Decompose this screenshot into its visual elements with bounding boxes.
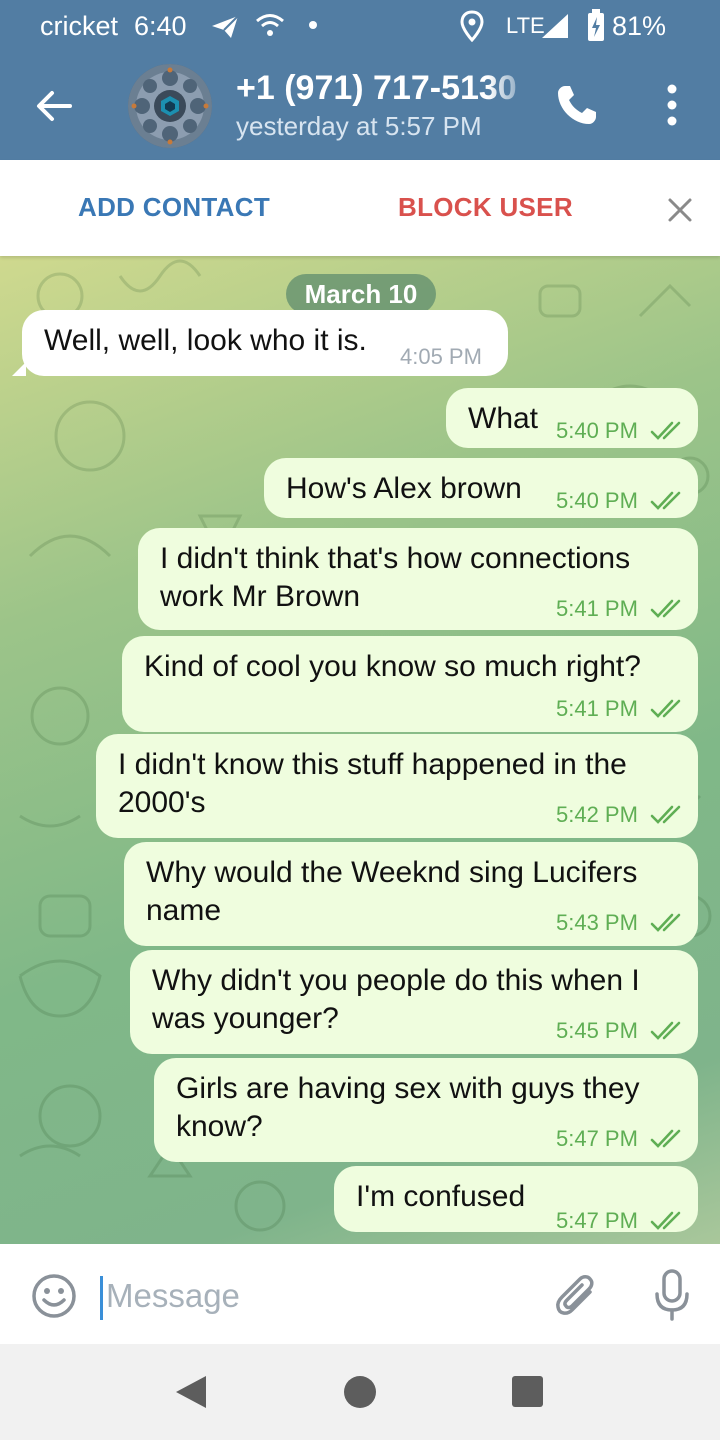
location-icon (460, 10, 484, 42)
nav-home-icon[interactable] (344, 1376, 376, 1408)
message-time: 5:45 PM (556, 1018, 638, 1043)
message-input[interactable] (106, 1272, 526, 1320)
system-nav-bar (0, 1344, 720, 1440)
message-time: 5:40 PM (556, 488, 638, 513)
message-text: Kind of cool you know so much right? (144, 648, 641, 686)
chat-area[interactable]: March 10 Well, well, look who it is. 4:05… (0, 256, 720, 1244)
outgoing-message[interactable]: Kind of cool you know so much right? 5:41… (122, 636, 698, 732)
wifi-icon (256, 14, 284, 36)
outgoing-message[interactable]: Why didn't you people do this when Iwas … (130, 950, 698, 1054)
bubble-tail (12, 362, 26, 376)
read-receipt-icon (650, 491, 681, 510)
block-user-button[interactable]: BLOCK USER (398, 192, 573, 223)
back-arrow-icon[interactable] (32, 84, 76, 128)
battery-icon (588, 9, 604, 41)
message-time: 5:42 PM (556, 802, 638, 827)
outgoing-message[interactable]: I didn't know this stuff happened in the… (96, 734, 698, 838)
message-text: What (468, 400, 538, 438)
more-vertical-icon[interactable] (656, 80, 688, 130)
outgoing-message[interactable]: I'm confused 5:47 PM (334, 1166, 698, 1233)
signal-icon (542, 14, 568, 38)
message-time: 5:41 PM (556, 596, 638, 621)
contact-name-fade (488, 68, 536, 108)
top-bar: cricket 6:40 LTE 81% +1 (971) 717-5130 y… (0, 0, 720, 160)
read-receipt-icon (650, 1211, 681, 1230)
telegram-send-icon (212, 15, 239, 38)
chat-header: +1 (971) 717-5130 yesterday at 5:57 PM (0, 52, 720, 160)
message-text-line: Kind of cool you know so much right? (144, 650, 641, 683)
add-contact-button[interactable]: ADD CONTACT (78, 192, 270, 223)
emoji-icon[interactable] (30, 1272, 78, 1320)
read-receipt-icon (650, 805, 681, 824)
message-time: 4:05 PM (400, 344, 482, 369)
message-time: 5:41 PM (556, 696, 638, 721)
status-time: 6:40 (134, 11, 187, 41)
read-receipt-icon (650, 1129, 681, 1148)
nav-back-icon[interactable] (174, 1374, 208, 1410)
message-text-line: How's Alex brown (286, 472, 522, 505)
last-seen-status: yesterday at 5:57 PM (236, 111, 482, 141)
message-time: 5:47 PM (556, 1126, 638, 1151)
mic-icon[interactable] (652, 1268, 692, 1322)
message-time: 5:40 PM (556, 418, 638, 443)
message-text-line: Girls are having sex with guys they (176, 1072, 640, 1105)
message-text-line: Well, well, look who it is. (44, 324, 367, 357)
nav-recents-icon[interactable] (512, 1376, 543, 1407)
carrier-label: cricket (40, 11, 119, 41)
message-text-line: I didn't know this stuff happened in the (118, 748, 627, 781)
message-time: 5:47 PM (556, 1208, 638, 1233)
attach-icon[interactable] (554, 1270, 598, 1320)
read-receipt-icon (650, 913, 681, 932)
text-cursor (100, 1276, 103, 1320)
notification-dot-icon (309, 21, 317, 29)
date-separator: March 10 (286, 274, 436, 314)
outgoing-message[interactable]: What 5:40 PM (446, 388, 698, 448)
message-text-line: I'm confused (356, 1180, 526, 1213)
message-text-line: Why didn't you people do this when I (152, 964, 640, 997)
avatar[interactable] (128, 64, 212, 148)
message-text: I didn't know this stuff happened in the… (118, 746, 627, 822)
status-bar: cricket 6:40 LTE 81% (0, 0, 720, 52)
outgoing-message[interactable]: Girls are having sex with guys they know?… (154, 1058, 698, 1162)
message-composer (0, 1244, 720, 1344)
message-time: 5:43 PM (556, 910, 638, 935)
message-text-line: 2000's (118, 786, 206, 819)
message-text: How's Alex brown (286, 470, 522, 508)
message-text-line: Why would the Weeknd sing Lucifers (146, 856, 638, 889)
phone-icon[interactable] (554, 82, 600, 128)
message-text-line: What (468, 402, 539, 435)
message-text-line: I didn't think that's how connections (160, 542, 631, 575)
read-receipt-icon (650, 1021, 681, 1040)
network-label: LTE (506, 13, 545, 38)
outgoing-message[interactable]: Why would the Weeknd sing Lucifers name 5:… (124, 842, 698, 946)
contact-action-bar: ADD CONTACT BLOCK USER (0, 160, 720, 256)
battery-percent: 81% (612, 11, 667, 41)
message-text: I'm confused (356, 1178, 525, 1216)
read-receipt-icon (650, 599, 681, 618)
message-text: Well, well, look who it is. (44, 322, 367, 360)
read-receipt-icon (650, 699, 681, 718)
outgoing-message[interactable]: I didn't think that's how connections wor… (138, 528, 698, 630)
incoming-message[interactable]: Well, well, look who it is. 4:05 PM (12, 310, 508, 376)
outgoing-message[interactable]: How's Alex brown 5:40 PM (264, 458, 698, 518)
close-icon[interactable] (666, 196, 694, 224)
read-receipt-icon (650, 421, 681, 440)
